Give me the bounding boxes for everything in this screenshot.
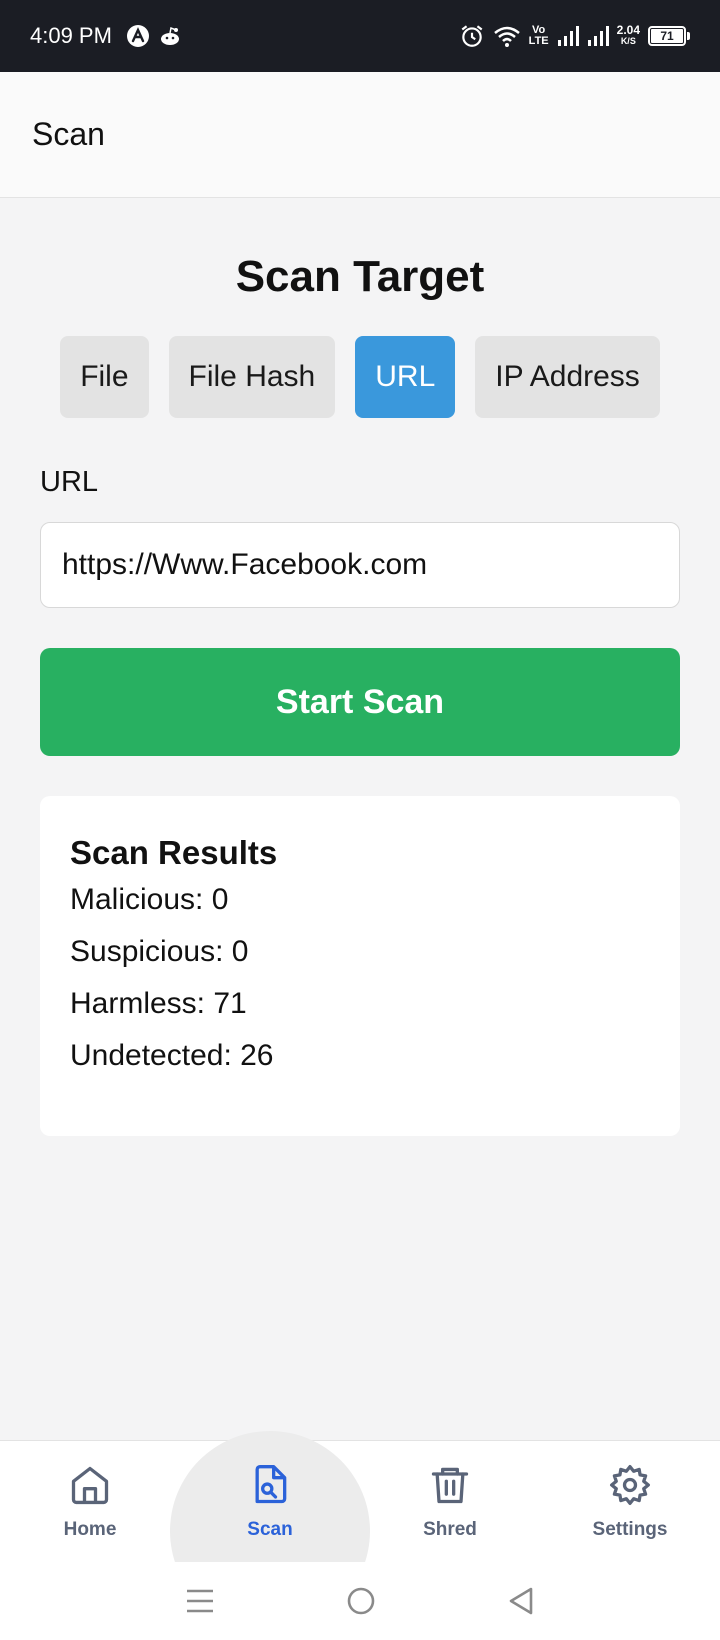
app-header: Scan — [0, 72, 720, 198]
results-title: Scan Results — [70, 834, 278, 871]
recents-menu-icon[interactable] — [185, 1588, 215, 1614]
nav-settings-label: Settings — [592, 1518, 668, 1540]
result-harmless: Harmless: 71 — [70, 987, 247, 1020]
result-malicious: Malicious: 0 — [70, 883, 229, 916]
network-speed-value: 2.04 — [616, 23, 640, 37]
tab-ip-address[interactable]: IP Address — [475, 336, 660, 418]
home-icon — [68, 1463, 112, 1513]
nav-shred-label: Shred — [423, 1518, 477, 1540]
back-triangle-icon[interactable] — [507, 1586, 535, 1616]
scan-target-tabs: File File Hash URL IP Address — [40, 336, 680, 418]
gear-icon — [608, 1463, 652, 1513]
app-notification-icon — [126, 24, 150, 48]
header-title: Scan — [32, 116, 105, 152]
url-input[interactable]: https://Www.Facebook.com — [40, 522, 680, 608]
nav-scan-label: Scan — [247, 1518, 293, 1540]
signal-icon-2 — [587, 25, 609, 47]
network-speed: 2.04 K/S — [616, 23, 640, 47]
alarm-icon — [459, 23, 485, 49]
scan-content: Scan Target File File Hash URL IP Addres… — [0, 199, 720, 1136]
tab-file[interactable]: File — [60, 336, 149, 418]
result-undetected: Undetected: 26 — [70, 1039, 274, 1072]
page-title: Scan Target — [235, 252, 485, 301]
volte-bottom-label: LTE — [528, 35, 549, 47]
nav-settings[interactable]: Settings — [540, 1441, 720, 1562]
status-time: 4:09 PM — [30, 23, 112, 48]
home-circle-icon[interactable] — [346, 1586, 376, 1616]
tab-url[interactable]: URL — [355, 336, 456, 418]
bottom-nav: Home Scan Shred Settings — [0, 1431, 720, 1631]
status-bar: 4:09 PM Vo LTE 2.04 K/S 71 — [0, 0, 720, 72]
result-suspicious: Suspicious: 0 — [70, 935, 249, 968]
nav-home[interactable]: Home — [0, 1441, 180, 1562]
volte-indicator: Vo LTE — [529, 25, 549, 47]
wifi-icon — [493, 24, 521, 48]
trash-icon — [428, 1463, 472, 1513]
scan-results-card: Scan Results Malicious: 0 Suspicious: 0 … — [40, 796, 680, 1136]
nav-shred[interactable]: Shred — [360, 1441, 540, 1562]
start-scan-button[interactable]: Start Scan — [40, 648, 680, 756]
url-field-label: URL — [40, 466, 99, 498]
nav-scan[interactable]: Scan — [180, 1441, 360, 1562]
battery-icon: 71 — [648, 26, 690, 46]
reddit-icon — [158, 24, 182, 48]
battery-level: 71 — [651, 29, 683, 43]
scan-file-icon — [248, 1463, 292, 1513]
nav-home-label: Home — [63, 1518, 117, 1540]
tab-file-hash[interactable]: File Hash — [168, 336, 336, 418]
network-speed-unit: K/S — [620, 36, 636, 46]
system-nav-bar — [0, 1562, 720, 1640]
signal-icon-1 — [557, 25, 579, 47]
